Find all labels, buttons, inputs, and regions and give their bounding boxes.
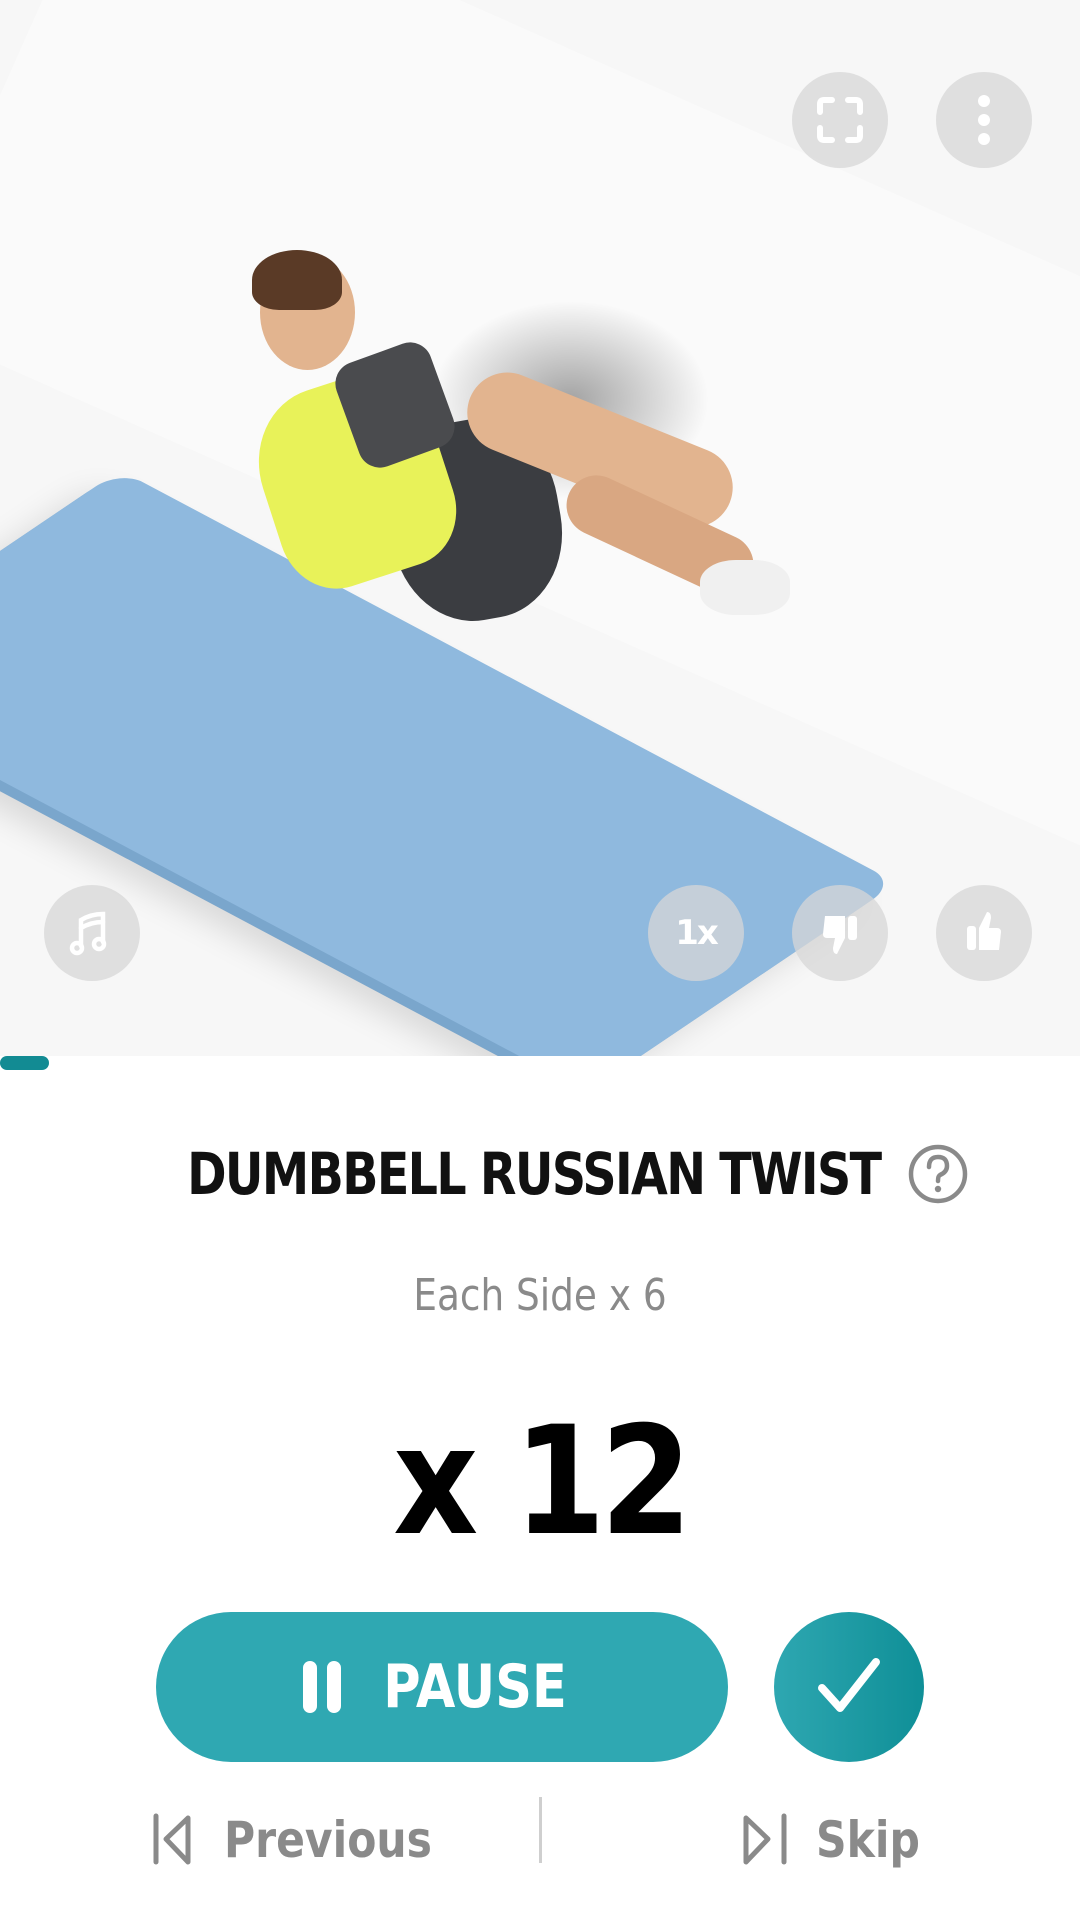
skip-button[interactable]: Skip	[740, 1795, 938, 1885]
thumbs-down-icon	[823, 916, 857, 954]
thumbs-up-icon	[967, 912, 1001, 950]
skip-previous-icon	[153, 1813, 191, 1865]
music-button[interactable]	[44, 885, 140, 981]
like-button[interactable]	[936, 885, 1032, 981]
skip-label: Skip	[816, 1811, 920, 1869]
fullscreen-icon	[817, 97, 863, 143]
pause-label: PAUSE	[383, 1652, 567, 1722]
exercise-progress-bar	[0, 1056, 1080, 1072]
exercise-subtitle: Each Side x 6	[413, 1270, 667, 1321]
speed-button[interactable]: 1x	[648, 885, 744, 981]
pause-button[interactable]: PAUSE	[156, 1612, 728, 1762]
skip-next-icon	[743, 1813, 787, 1865]
exercise-progress-fill	[0, 1056, 49, 1070]
exercise-video[interactable]: 1x	[0, 0, 1080, 1056]
check-icon	[818, 1658, 880, 1712]
previous-button[interactable]: Previous	[152, 1795, 469, 1885]
figure-hair	[252, 250, 342, 310]
rep-count: x 12	[393, 1395, 692, 1569]
exercise-title-row: DUMBBELL RUSSIAN TWIST	[0, 1140, 1080, 1208]
music-note-icon	[69, 911, 107, 956]
exercise-title: DUMBBELL RUSSIAN TWIST	[186, 1140, 882, 1208]
help-icon[interactable]	[907, 1143, 969, 1205]
more-vertical-icon	[978, 95, 990, 145]
previous-label: Previous	[224, 1811, 432, 1869]
more-options-button[interactable]	[936, 72, 1032, 168]
nav-divider	[539, 1797, 542, 1863]
fullscreen-button[interactable]	[792, 72, 888, 168]
speed-label: 1x	[675, 913, 719, 953]
dislike-button[interactable]	[792, 885, 888, 981]
figure-shoes	[700, 560, 790, 615]
pause-icon	[303, 1661, 341, 1713]
complete-button[interactable]	[774, 1612, 924, 1762]
